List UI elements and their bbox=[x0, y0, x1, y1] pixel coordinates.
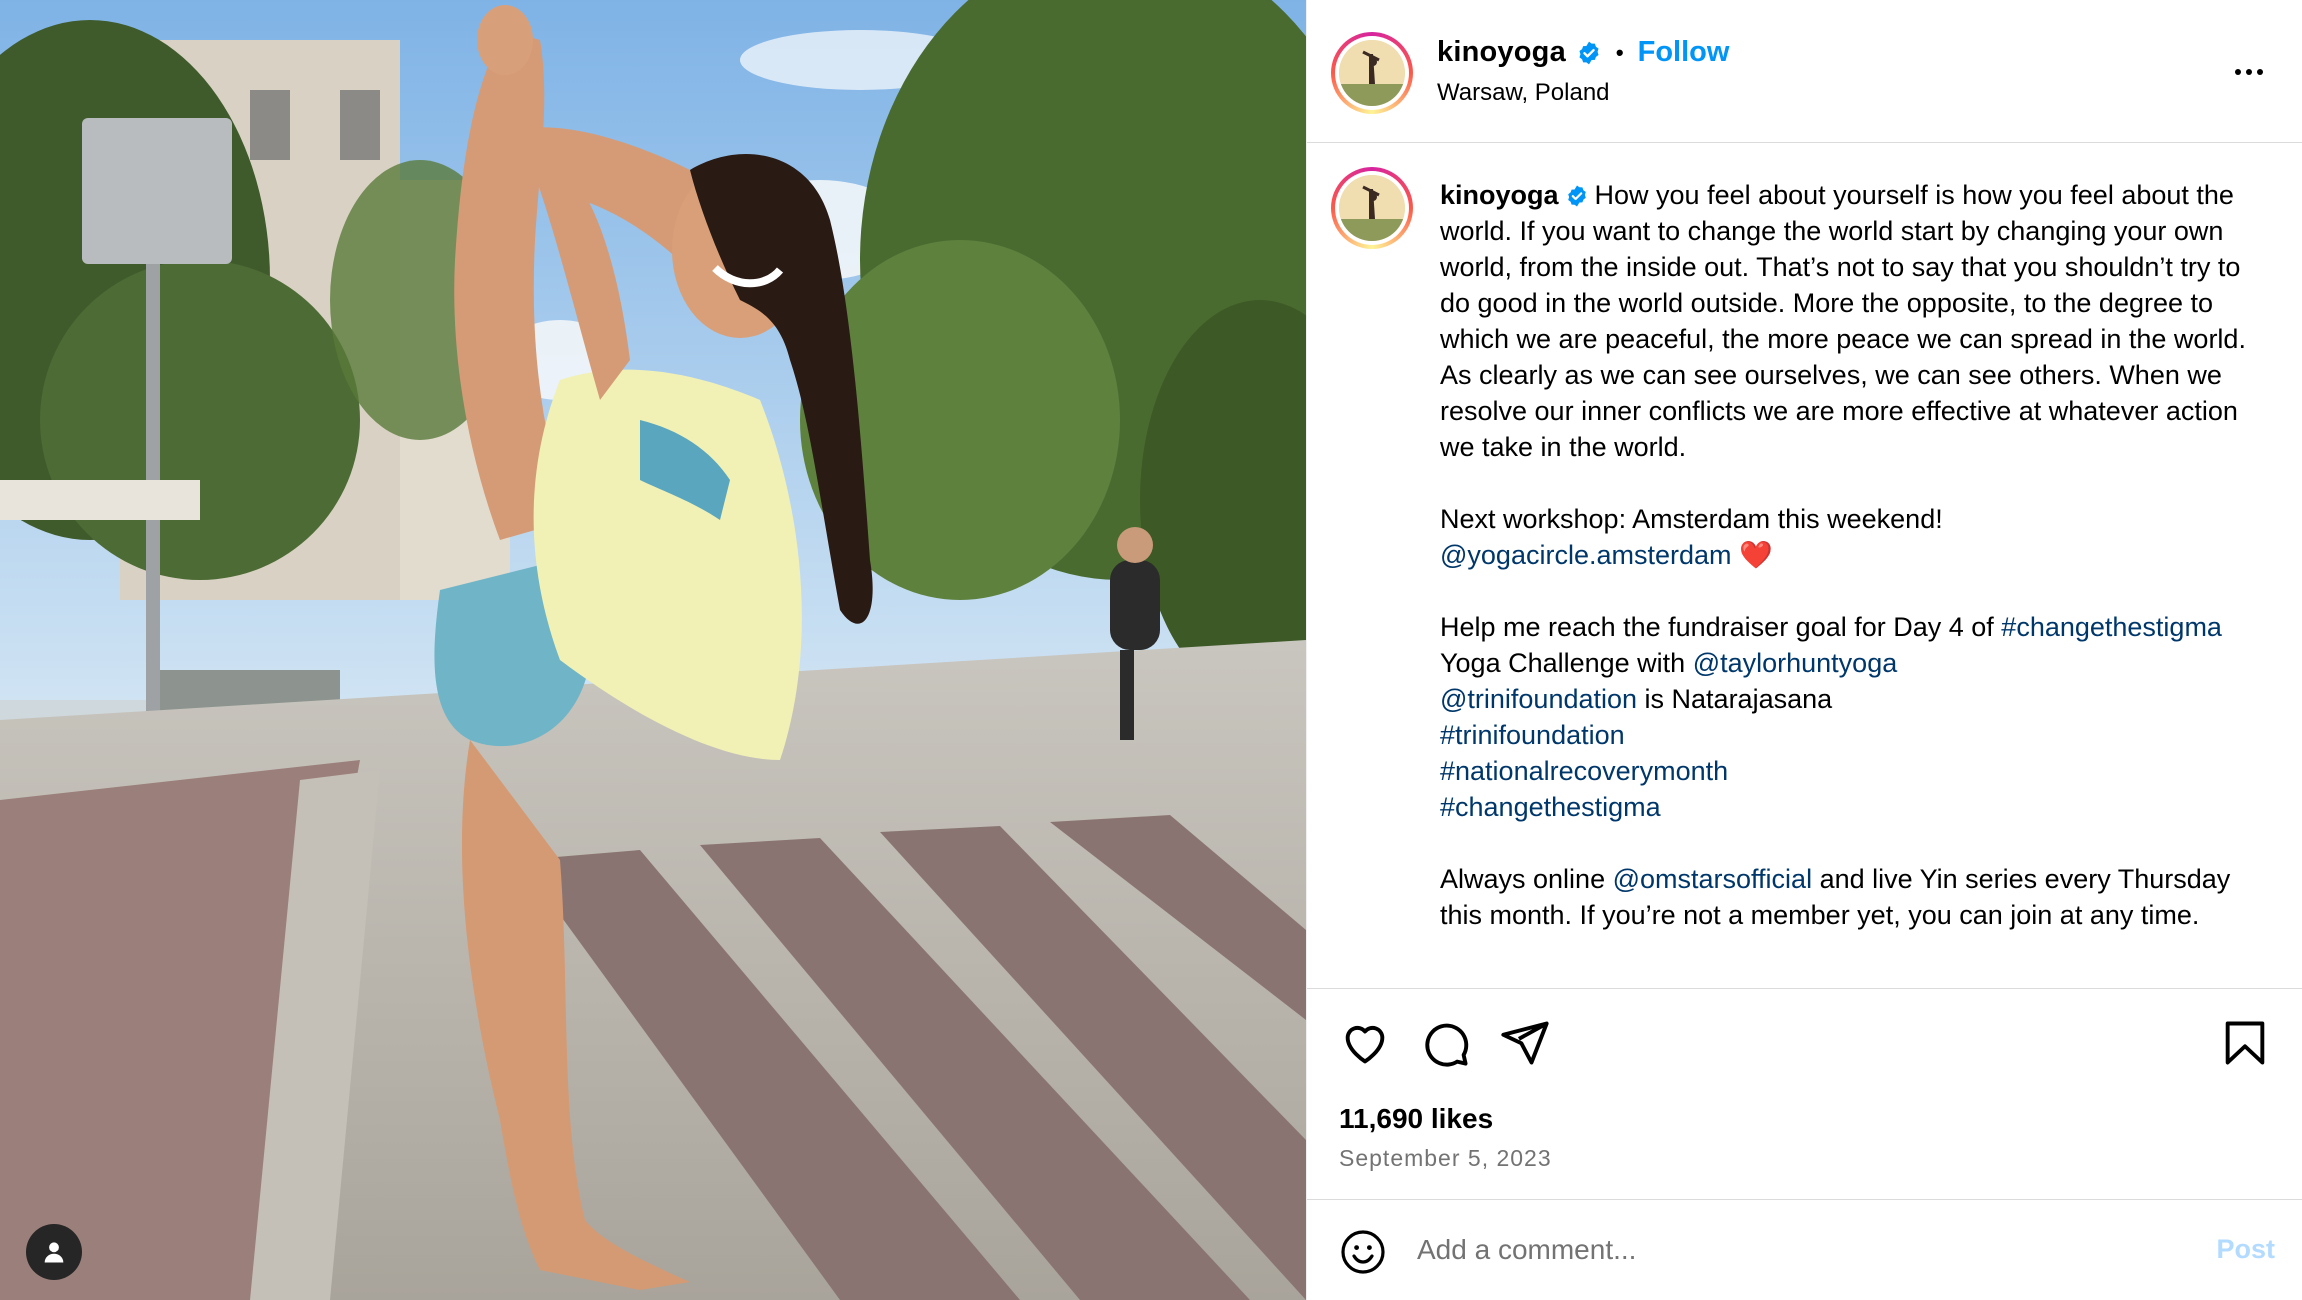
author-username[interactable]: kinoyoga bbox=[1437, 36, 1566, 69]
caption-fundraiser-text: Help me reach the fundraiser goal for Da… bbox=[1440, 612, 2002, 642]
bookmark-icon[interactable] bbox=[2219, 1017, 2271, 1069]
caption-workshop-text: Next workshop: Amsterdam this weekend! bbox=[1440, 504, 1943, 534]
mention-yogacircle[interactable]: @yogacircle.amsterdam bbox=[1440, 540, 1732, 570]
caption-challenge-text: Yoga Challenge with bbox=[1440, 648, 1693, 678]
verified-badge-icon bbox=[1579, 41, 1599, 64]
paper-plane-icon[interactable] bbox=[1499, 1017, 1551, 1069]
hashtag-changethestigma[interactable]: #changethestigma bbox=[2001, 612, 2222, 642]
caption-paragraph-1: How you feel about yourself is how you f… bbox=[1440, 180, 2246, 462]
comment-bar: Post bbox=[1307, 1199, 2302, 1300]
hashtag-nationalrecoverymonth[interactable]: #nationalrecoverymonth bbox=[1440, 756, 1728, 786]
heart-emoji: ❤️ bbox=[1739, 540, 1773, 570]
post-actions: 11,690 likes September 5, 2023 bbox=[1307, 988, 2302, 1200]
post-photo-image bbox=[0, 0, 1306, 1300]
hashtag-trinifoundation[interactable]: #trinifoundation bbox=[1440, 720, 1625, 750]
post-caption: kinoyoga How you feel about yourself is h… bbox=[1440, 177, 2260, 933]
separator-dot: • bbox=[1615, 39, 1624, 65]
caption-online-text: Always online bbox=[1440, 864, 1613, 894]
heart-icon[interactable] bbox=[1339, 1017, 1391, 1069]
user-tag-icon bbox=[44, 1242, 64, 1263]
author-avatar[interactable] bbox=[1331, 32, 1413, 114]
follow-button[interactable]: Follow bbox=[1638, 36, 1730, 69]
post-header: kinoyoga • Follow Warsaw, Poland bbox=[1307, 0, 2302, 143]
mention-taylorhuntyoga[interactable]: @taylorhuntyoga bbox=[1693, 648, 1898, 678]
avatar-image bbox=[1339, 175, 1405, 241]
caption-pose-text: is Natarajasana bbox=[1637, 684, 1833, 714]
author-info: kinoyoga • Follow Warsaw, Poland bbox=[1437, 36, 1729, 107]
hashtag-changethestigma-2[interactable]: #changethestigma bbox=[1440, 792, 1661, 822]
post-date[interactable]: September 5, 2023 bbox=[1339, 1145, 1552, 1172]
mention-trinifoundation[interactable]: @trinifoundation bbox=[1440, 684, 1637, 714]
smiley-icon[interactable] bbox=[1339, 1228, 1387, 1276]
more-options-icon[interactable] bbox=[2227, 54, 2271, 90]
comment-bubble-icon[interactable] bbox=[1419, 1017, 1471, 1069]
post-comment-button[interactable]: Post bbox=[2216, 1234, 2275, 1265]
comment-input[interactable] bbox=[1417, 1222, 2157, 1278]
post-side-panel: kinoyoga • Follow Warsaw, Poland kinoyog… bbox=[1306, 0, 2302, 1300]
caption-scroll-area[interactable]: kinoyoga How you feel about yourself is h… bbox=[1307, 143, 2302, 988]
caption-username[interactable]: kinoyoga bbox=[1440, 180, 1559, 210]
caption-author-avatar[interactable] bbox=[1331, 167, 1413, 249]
avatar-image bbox=[1339, 40, 1405, 106]
post-location[interactable]: Warsaw, Poland bbox=[1437, 79, 1729, 107]
instagram-post-dialog: kinoyoga • Follow Warsaw, Poland kinoyog… bbox=[0, 0, 2302, 1300]
tagged-users-button[interactable] bbox=[26, 1224, 82, 1280]
mention-omstarsofficial[interactable]: @omstarsofficial bbox=[1613, 864, 1812, 894]
post-photo[interactable] bbox=[0, 0, 1306, 1300]
like-count[interactable]: 11,690 likes bbox=[1339, 1103, 1493, 1135]
verified-badge-icon bbox=[1567, 185, 1586, 207]
